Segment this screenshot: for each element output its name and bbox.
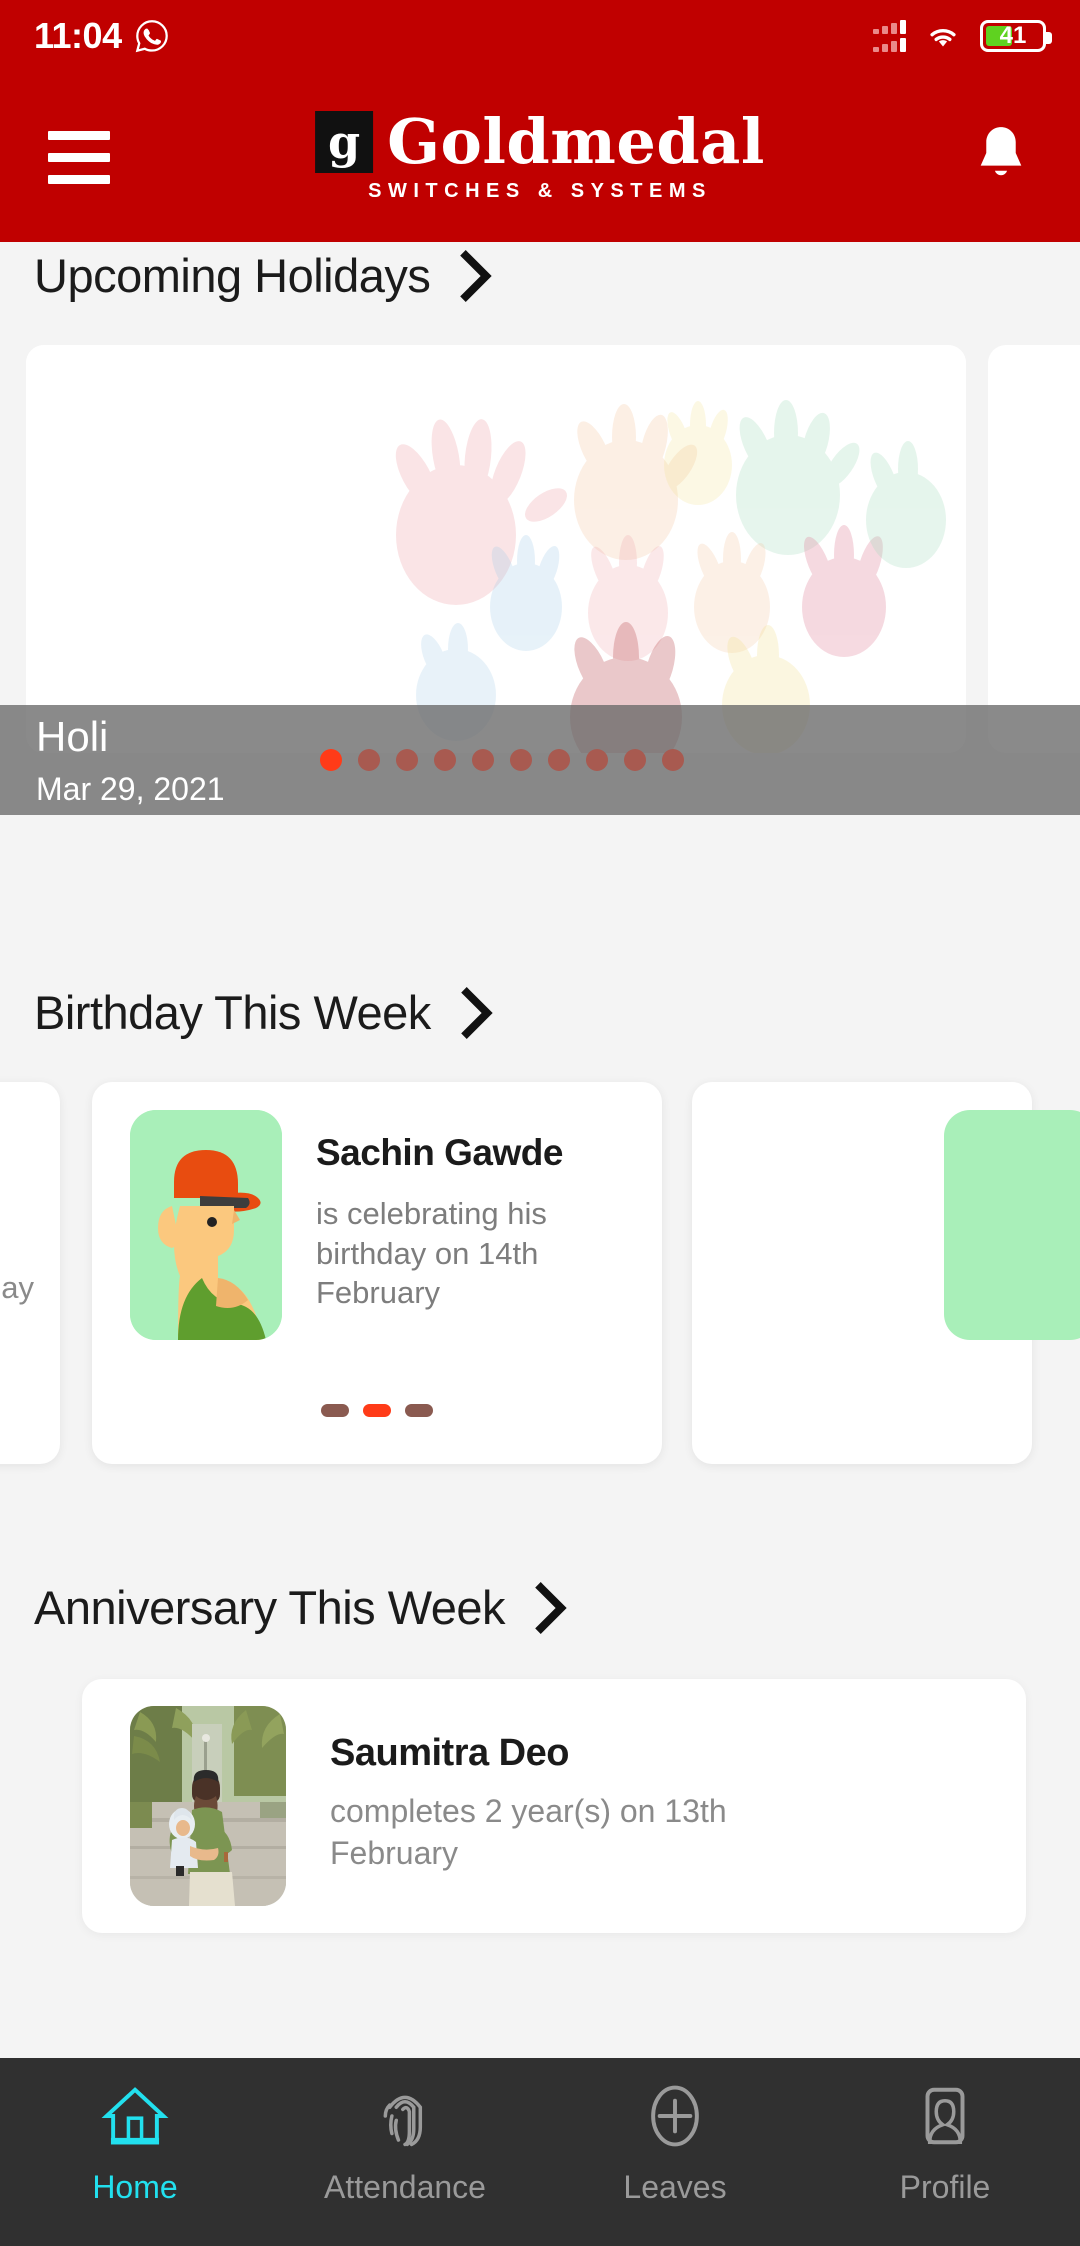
pagination-dot[interactable] (363, 1404, 391, 1417)
brand-name: Goldmedal (387, 105, 765, 178)
nav-label-home: Home (92, 2168, 178, 2205)
birthdays-carousel[interactable]: day (0, 1082, 1080, 1464)
pagination-dot[interactable] (358, 749, 380, 771)
birthday-message: is celebrating his birthday on 14th Febr… (316, 1196, 547, 1311)
brand-tagline: SWITCHES & SYSTEMS (368, 180, 712, 202)
avatar (130, 1110, 282, 1340)
birthdays-title: Birthday This Week (34, 986, 431, 1039)
holiday-name: Holi (36, 712, 109, 760)
nav-label-attendance: Attendance (324, 2168, 486, 2205)
holiday-card-peek[interactable] (988, 345, 1080, 753)
birthday-peek-text: day (0, 1270, 34, 1305)
holiday-card[interactable] (26, 345, 966, 753)
goldmedal-mark-icon: g (315, 111, 374, 173)
status-time: 11:04 (34, 15, 122, 56)
anniversary-card[interactable]: Saumitra Deo completes 2 year(s) on 13th… (82, 1679, 1026, 1933)
man-holding-child-photo (130, 1706, 286, 1906)
nav-item-leaves[interactable]: Leaves (540, 2058, 810, 2246)
holidays-header[interactable]: Upcoming Holidays (0, 248, 1080, 303)
whatsapp-icon (135, 20, 168, 53)
status-bar: 11:04 41 (0, 0, 1080, 72)
bottom-navigation-bar: Home Attendance Leaves Profile (0, 2058, 1080, 2246)
birthday-texts: Sachin Gawde is celebrating his birthday… (316, 1110, 606, 1313)
wifi-icon (930, 29, 956, 47)
logo-letter: g (327, 115, 361, 169)
chevron-right-icon[interactable] (452, 249, 498, 302)
pagination-dot[interactable] (434, 749, 456, 771)
status-bar-left: 11:04 (34, 15, 170, 57)
pagination-dot[interactable] (624, 749, 646, 771)
anniversaries-section: Anniversary This Week Saumitra Deo compl… (0, 1580, 1080, 1933)
birthday-pagination-dots[interactable] (92, 1404, 662, 1417)
brand-logo: g Goldmedal SWITCHES & SYSTEMS (315, 111, 765, 203)
app-bar: g Goldmedal SWITCHES & SYSTEMS (0, 72, 1080, 242)
person-card-icon (925, 2087, 965, 2144)
holidays-title: Upcoming Holidays (34, 249, 431, 302)
pagination-dot[interactable] (662, 749, 684, 771)
holiday-date: Mar 29, 2021 (36, 770, 225, 807)
nav-item-attendance[interactable]: Attendance (270, 2058, 540, 2246)
anniversary-message: completes 2 year(s) on 13th February (330, 1792, 727, 1871)
battery-level: 41 (999, 22, 1027, 49)
battery-icon: 41 (980, 20, 1052, 52)
birthdays-header[interactable]: Birthday This Week (0, 985, 1080, 1040)
nav-label-leaves: Leaves (623, 2168, 727, 2205)
holidays-carousel[interactable]: Holi Mar 29, 2021 (0, 345, 1080, 815)
man-with-cap-illustration-icon (130, 1110, 282, 1340)
pagination-dot[interactable] (405, 1404, 433, 1417)
fingerprint-icon (383, 2095, 423, 2146)
status-bar-right: 41 (873, 19, 1052, 53)
bell-icon[interactable] (970, 122, 1032, 193)
avatar (130, 1706, 286, 1906)
chevron-right-icon[interactable] (453, 986, 499, 1039)
avatar (944, 1110, 1080, 1340)
pagination-dot[interactable] (548, 749, 570, 771)
holiday-pagination-dots[interactable] (320, 749, 684, 771)
holidays-section: Upcoming Holidays Holi Mar 29, 2021 (0, 248, 1080, 815)
birthday-card-next[interactable] (692, 1082, 1080, 1464)
holiday-caption-texts: Holi Mar 29, 2021 (36, 713, 225, 808)
holiday-caption-bar: Holi Mar 29, 2021 (0, 705, 1080, 815)
birthday-card[interactable]: Sachin Gawde is celebrating his birthday… (92, 1082, 662, 1464)
birthday-person-name: Sachin Gawde (316, 1132, 563, 1173)
chevron-right-icon[interactable] (527, 1581, 573, 1634)
pagination-dot[interactable] (510, 749, 532, 771)
hamburger-menu-icon[interactable] (48, 130, 110, 184)
anniversaries-title: Anniversary This Week (34, 1581, 506, 1634)
pagination-dot[interactable] (320, 749, 342, 771)
cellular-signal-icon (873, 20, 906, 52)
pagination-dot[interactable] (396, 749, 418, 771)
anniversaries-header[interactable]: Anniversary This Week (0, 1580, 1080, 1635)
anniversary-person-name: Saumitra Deo (330, 1731, 569, 1774)
anniversary-texts: Saumitra Deo completes 2 year(s) on 13th… (330, 1732, 760, 1880)
birthdays-section: Birthday This Week day (0, 985, 1080, 1464)
holi-handprints-image (26, 345, 966, 753)
nav-item-profile[interactable]: Profile (810, 2058, 1080, 2246)
home-icon (101, 2086, 169, 2144)
app-screen: 11:04 41 g Goldmedal SWITCHES & SYSTEMS … (0, 0, 1080, 2246)
pagination-dot[interactable] (321, 1404, 349, 1417)
pagination-dot[interactable] (586, 749, 608, 771)
nav-item-home[interactable]: Home (0, 2058, 270, 2246)
pagination-dot[interactable] (472, 749, 494, 771)
nav-label-profile: Profile (899, 2168, 991, 2205)
birthday-card-prev[interactable]: day (0, 1082, 60, 1464)
plus-circle-icon (651, 2085, 699, 2146)
